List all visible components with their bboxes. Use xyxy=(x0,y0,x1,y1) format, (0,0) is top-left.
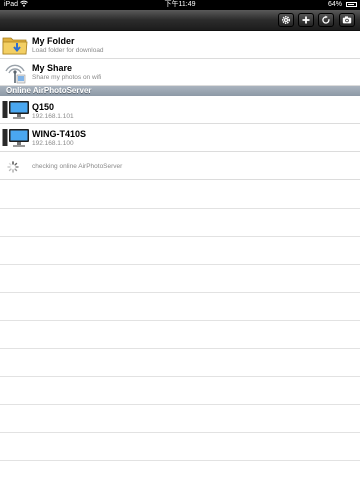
row-separator xyxy=(0,320,360,321)
server-item-wing-t410s[interactable]: WING-T410S 192.168.1.100 xyxy=(0,124,360,152)
list-item-subtitle: Share my photos on wifi xyxy=(32,74,102,81)
camera-button[interactable] xyxy=(339,13,355,27)
section-header: Online AirPhotoServer xyxy=(0,86,360,96)
battery-icon xyxy=(346,2,357,7)
server-name: Q150 xyxy=(32,102,55,112)
camera-icon xyxy=(342,16,352,24)
plus-icon xyxy=(302,16,310,24)
clock: 下午11:49 xyxy=(164,1,196,8)
battery-percent: 64% xyxy=(327,1,342,8)
server-name: WING-T410S xyxy=(32,129,87,139)
list-item-my-share[interactable]: My Share Share my photos on wifi xyxy=(0,59,360,86)
checking-status: checking online AirPhotoServer xyxy=(32,163,123,170)
computer-icon xyxy=(2,128,30,153)
server-ip: 192.168.1.100 xyxy=(32,140,74,147)
list-item-subtitle: Load folder for download xyxy=(32,47,104,54)
refresh-icon xyxy=(322,15,330,24)
list-item-title: My Folder xyxy=(32,36,75,46)
row-separator xyxy=(0,208,360,209)
folder-icon xyxy=(2,34,28,61)
row-separator xyxy=(0,264,360,265)
row-separator xyxy=(0,236,360,237)
row-separator xyxy=(0,432,360,433)
list-item-my-folder[interactable]: My Folder Load folder for download xyxy=(0,31,360,59)
computer-icon xyxy=(2,100,30,125)
row-separator xyxy=(0,376,360,377)
refresh-button[interactable] xyxy=(318,13,334,27)
row-separator xyxy=(0,404,360,405)
gear-icon xyxy=(281,15,291,25)
server-item-q150[interactable]: Q150 192.168.1.101 xyxy=(0,96,360,124)
server-ip: 192.168.1.101 xyxy=(32,113,74,120)
add-button[interactable] xyxy=(298,13,314,27)
row-separator xyxy=(0,348,360,349)
row-separator xyxy=(0,292,360,293)
list-item-title: My Share xyxy=(32,63,73,73)
status-bar: iPad 下午11:49 64% xyxy=(0,0,360,10)
top-toolbar xyxy=(0,10,360,31)
spinner-icon xyxy=(7,160,19,178)
settings-button[interactable] xyxy=(278,13,294,27)
row-separator xyxy=(0,460,360,461)
wifi-share-icon xyxy=(2,61,28,89)
